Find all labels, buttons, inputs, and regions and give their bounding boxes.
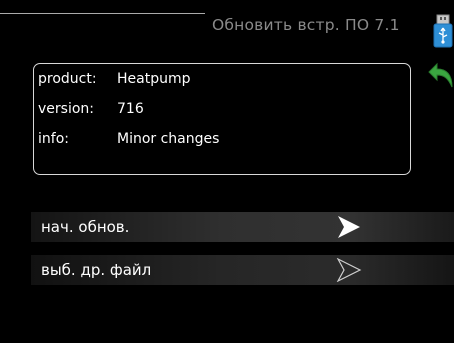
arrow-filled-icon [338, 216, 360, 238]
info-key: version: [38, 101, 94, 117]
info-key: product: [38, 71, 97, 87]
firmware-info-panel: product: Heatpump version: 716 info: Min… [33, 63, 411, 175]
select-other-file-menu-item[interactable]: выб. др. файл [31, 255, 454, 285]
usb-stick-icon [433, 14, 453, 48]
arrow-outline-icon [336, 258, 362, 282]
info-row-info: info: Minor changes [34, 131, 410, 155]
info-value: Heatpump [117, 71, 191, 87]
page-title: Обновить встр. ПО 7.1 [212, 16, 400, 34]
info-key: info: [38, 131, 69, 147]
info-row-version: version: 716 [34, 101, 410, 125]
back-arrow-icon[interactable] [428, 60, 454, 88]
info-value: 716 [117, 101, 144, 117]
start-update-menu-item[interactable]: нач. обнов. [31, 212, 454, 242]
info-row-product: product: Heatpump [34, 71, 410, 95]
header-divider [0, 13, 205, 14]
menu-item-label: нач. обнов. [41, 218, 130, 236]
menu-item-label: выб. др. файл [41, 261, 152, 279]
info-value: Minor changes [117, 131, 220, 147]
